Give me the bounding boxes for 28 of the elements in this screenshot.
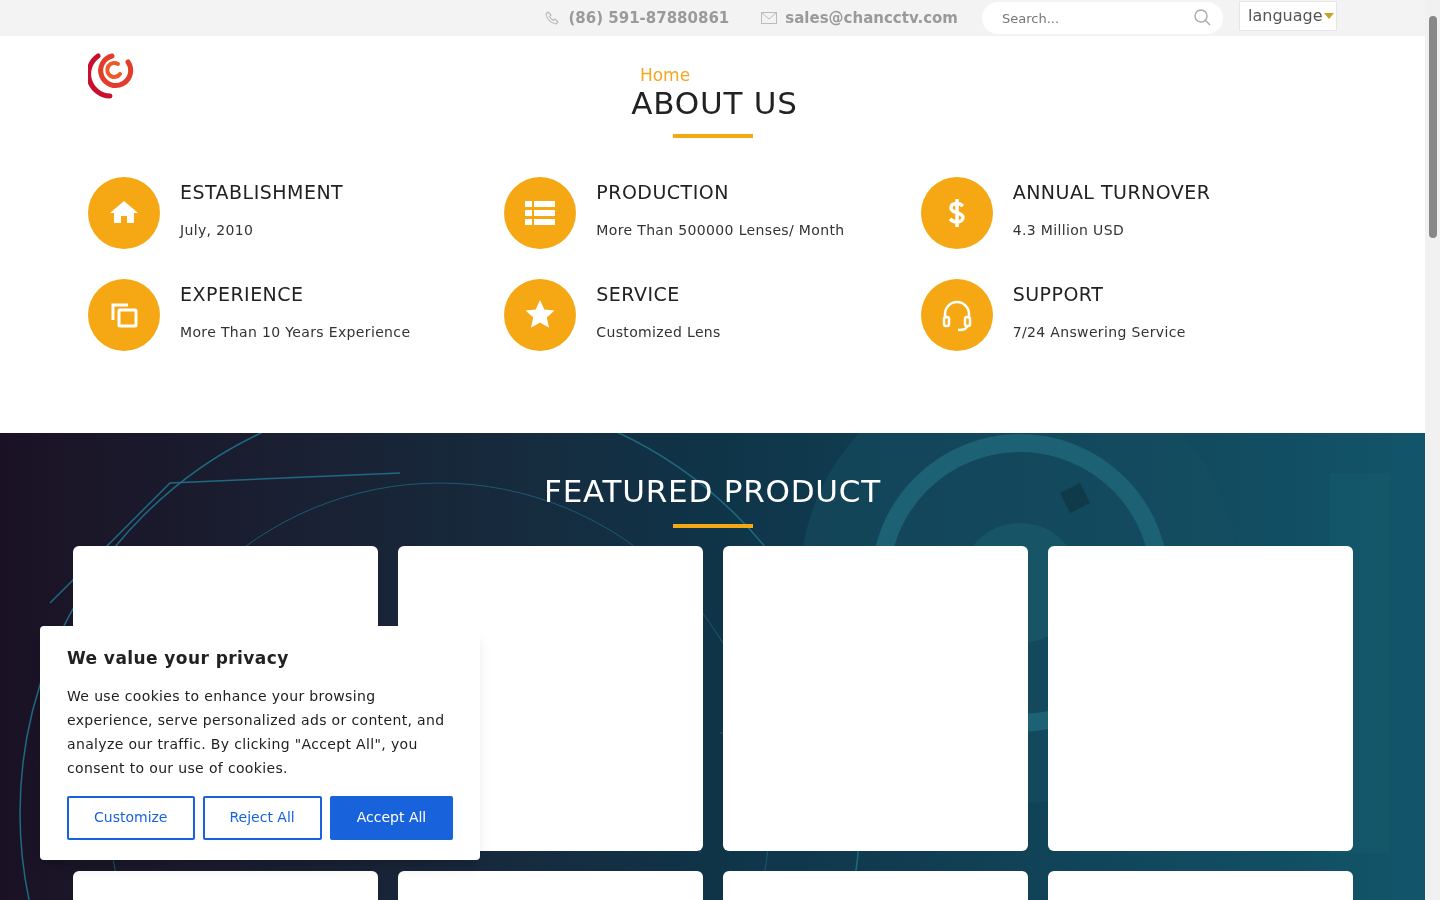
caret-icon (1324, 13, 1334, 19)
logo-icon[interactable] (88, 50, 136, 100)
mail-icon (761, 12, 778, 24)
cookie-button[interactable]: Reject All (202, 795, 322, 840)
search-icon[interactable] (1194, 9, 1211, 26)
feature-title: ANNUAL TURNOVER (1012, 181, 1211, 203)
banner-title: We value your privacy (67, 647, 290, 670)
feature-title: SUPPORT (1012, 283, 1105, 305)
search-field[interactable]: Search... (982, 2, 1223, 34)
feature-title: ESTABLISHMENT (180, 181, 344, 203)
feature-text: 4.3 Million USD (1012, 221, 1126, 240)
email-address: sales@chancctv.com (785, 7, 958, 29)
feature-text: 7/24 Answering Service (1012, 323, 1186, 342)
phone-number: (86) 591-87880861 (568, 7, 730, 29)
feature-text: Customized Lens (596, 323, 721, 342)
feature-text: More Than 10 Years Experience (180, 323, 411, 342)
feature-title: PRODUCTION (596, 181, 730, 203)
feature-title: SERVICE (596, 283, 681, 305)
section-title: FEATURED PRODUCT (544, 473, 881, 509)
cookie-button[interactable]: Customize (67, 795, 195, 840)
cookie-button[interactable]: Accept All (329, 795, 454, 840)
banner-text: We use cookies to enhance your browsing experience, serve personalized ads or content, and analyze our traffic. By clicking "Accept All", you consent to our use of cookies. (67, 686, 446, 778)
feature-text: July, 2010 (180, 221, 255, 240)
phone-icon (544, 10, 561, 26)
language-dropdown[interactable]: language (1239, 1, 1337, 31)
feature-text: More Than 500000 Lenses/ Month (596, 221, 845, 240)
feature-title: EXPERIENCE (180, 283, 305, 305)
page-title: ABOUT US (631, 86, 798, 120)
